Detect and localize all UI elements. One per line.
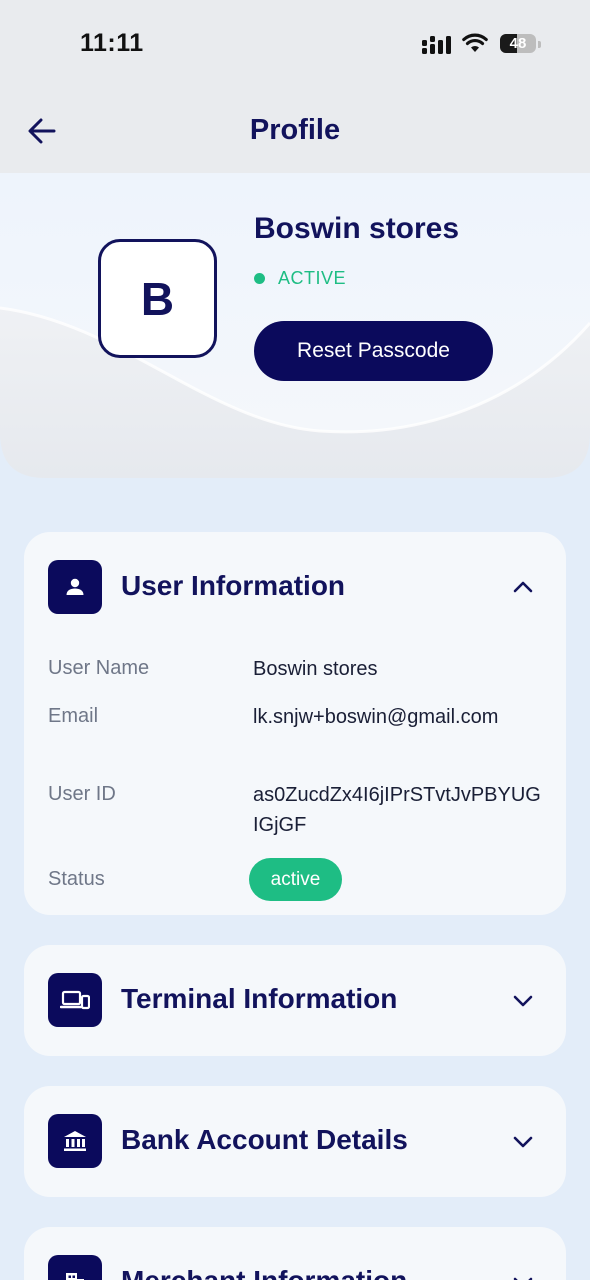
wifi-icon	[462, 33, 488, 52]
bank-account-card[interactable]: Bank Account Details	[24, 1086, 566, 1197]
user-information-title: User Information	[121, 570, 346, 601]
user-id-value: as0ZucdZx4I6jIPrSTvtJvPBYUGIGjGF	[253, 784, 541, 836]
status-field-label: Status	[48, 868, 105, 890]
chevron-down-icon[interactable]	[512, 1135, 534, 1149]
chevron-down-icon[interactable]	[512, 994, 534, 1008]
devices-icon	[48, 973, 102, 1027]
status-bar: 11:11 48	[0, 0, 590, 90]
status-label: ACTIVE	[278, 268, 347, 288]
battery-icon: 48	[500, 34, 536, 53]
page-title: Profile	[249, 114, 341, 146]
user-id-label: User ID	[48, 783, 116, 805]
merchant-information-card[interactable]: Merchant Information	[24, 1227, 566, 1280]
user-name-label: User Name	[48, 657, 150, 679]
user-information-header[interactable]: User Information	[24, 532, 566, 642]
chevron-down-icon[interactable]	[512, 1276, 534, 1280]
battery-tip	[538, 41, 541, 48]
app-header: Profile	[0, 90, 590, 173]
reset-passcode-button[interactable]: Reset Passcode	[254, 321, 493, 381]
status-dot	[254, 273, 265, 284]
user-name-value: Boswin stores	[253, 658, 378, 680]
status-time: 11:11	[80, 29, 144, 57]
building-icon	[48, 1255, 102, 1280]
profile-name: Boswin stores	[254, 212, 460, 245]
avatar: B	[98, 239, 217, 358]
chevron-up-icon[interactable]	[512, 580, 534, 594]
status-badge: active	[249, 858, 342, 901]
terminal-information-title: Terminal Information	[121, 983, 398, 1014]
battery-level: 48	[509, 35, 527, 52]
person-icon	[48, 560, 102, 614]
email-value: lk.snjw+boswin@gmail.com	[253, 706, 499, 728]
terminal-information-card[interactable]: Terminal Information	[24, 945, 566, 1056]
bank-account-title: Bank Account Details	[121, 1124, 408, 1155]
email-label: Email	[48, 705, 99, 727]
bank-icon	[48, 1114, 102, 1168]
user-information-card: User Information User Name Boswin stores…	[24, 532, 566, 915]
cellular-signal-icon	[422, 36, 451, 54]
merchant-information-title: Merchant Information	[121, 1265, 407, 1280]
